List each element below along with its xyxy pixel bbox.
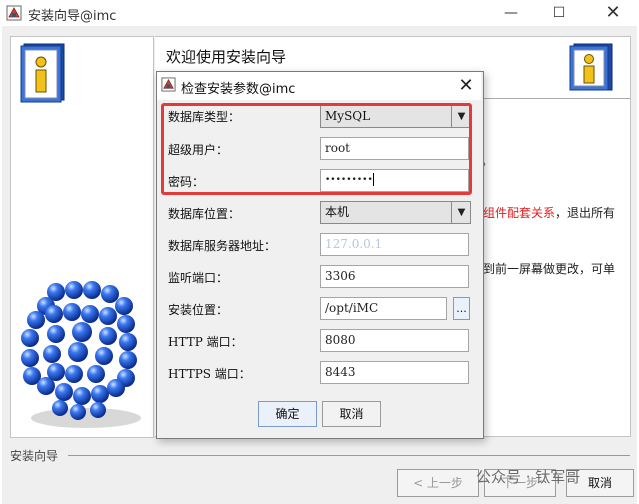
browse-button[interactable]: ... [453, 297, 470, 320]
minimize-button[interactable]: — [488, 2, 534, 24]
chevron-down-icon[interactable]: ▼ [451, 201, 471, 224]
https-port-input[interactable]: 8443 [320, 361, 469, 384]
http-port-input[interactable]: 8080 [320, 329, 469, 352]
close-window-button[interactable]: ✕ [590, 2, 636, 24]
component-relation-link-text: 组件配套关系 [483, 206, 556, 220]
previous-button[interactable]: < 上一步 [397, 469, 479, 497]
install-path-label: 安装位置： [168, 303, 229, 317]
maximize-button[interactable]: ☐ [536, 2, 582, 24]
window-title: 安装向导@imc [28, 9, 117, 24]
http-port-label: HTTP 端口： [168, 335, 243, 349]
https-port-label: HTTPS 端口： [168, 367, 251, 381]
dialog-close-button[interactable]: ✕ [452, 72, 480, 100]
install-path-input[interactable]: /opt/iMC [320, 297, 447, 320]
db-server-address-label: 数据库服务器地址： [168, 239, 277, 253]
wizard-text-fragment: 到前一屏幕做更改，可单 [483, 262, 616, 276]
info-book-icon [569, 43, 613, 91]
highlight-box [161, 103, 472, 195]
ok-button[interactable]: 确定 [258, 401, 317, 427]
db-location-select[interactable]: 本机 [320, 201, 471, 224]
wizard-text-line: 组件配套关系，退出所有 [483, 204, 615, 221]
java-app-icon [161, 77, 176, 92]
molecule-cube-illustration [21, 281, 141, 428]
java-app-icon [6, 5, 22, 21]
info-book-icon [20, 43, 65, 103]
db-server-address-input: 127.0.0.1 [320, 233, 469, 256]
listen-port-label: 监听端口： [168, 271, 229, 285]
db-location-label: 数据库位置： [168, 207, 241, 221]
footer-divider [68, 455, 630, 456]
watermark-text: 公众号 · 钛军哥 [476, 468, 581, 486]
welcome-title: 欢迎使用安装向导 [166, 48, 287, 66]
wizard-text-fragment: ，退出所有 [555, 206, 616, 220]
dialog-cancel-button[interactable]: 取消 [322, 401, 381, 427]
wizard-footer-label: 安装向导 [10, 449, 59, 463]
dialog-title: 检查安装参数@imc [181, 82, 296, 97]
listen-port-input[interactable]: 3306 [320, 265, 469, 288]
